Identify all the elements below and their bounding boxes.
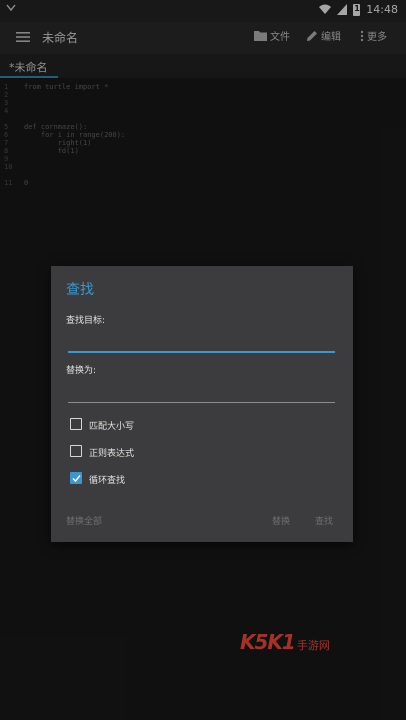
find-label: 查找目标: bbox=[66, 316, 106, 326]
watermark-brand: K5K1 bbox=[240, 630, 296, 654]
replace-input[interactable] bbox=[68, 389, 335, 403]
replace-label: 替换为: bbox=[66, 366, 97, 376]
regex-label: 正则表达式 bbox=[89, 449, 135, 459]
check-icon bbox=[71, 474, 81, 482]
match-case-checkbox[interactable] bbox=[70, 418, 82, 430]
wrap-search-checkbox[interactable] bbox=[70, 472, 82, 484]
regex-checkbox[interactable] bbox=[70, 445, 82, 457]
watermark-text: 手游网 bbox=[296, 639, 330, 652]
find-dialog: 查找 查找目标: 替换为: 匹配大小写 正则表达式 循环查找 替换全部 替换 查… bbox=[51, 266, 353, 542]
replace-all-button[interactable]: 替换全部 bbox=[66, 514, 102, 527]
find-input[interactable] bbox=[68, 339, 335, 353]
match-case-label: 匹配大小写 bbox=[89, 422, 135, 432]
wrap-search-label: 循环查找 bbox=[89, 476, 126, 486]
find-button[interactable]: 查找 bbox=[315, 514, 333, 527]
replace-button[interactable]: 替换 bbox=[272, 514, 290, 527]
watermark-logo: K5K1 手游网 bbox=[240, 630, 330, 654]
dialog-title: 查找 bbox=[66, 282, 94, 298]
